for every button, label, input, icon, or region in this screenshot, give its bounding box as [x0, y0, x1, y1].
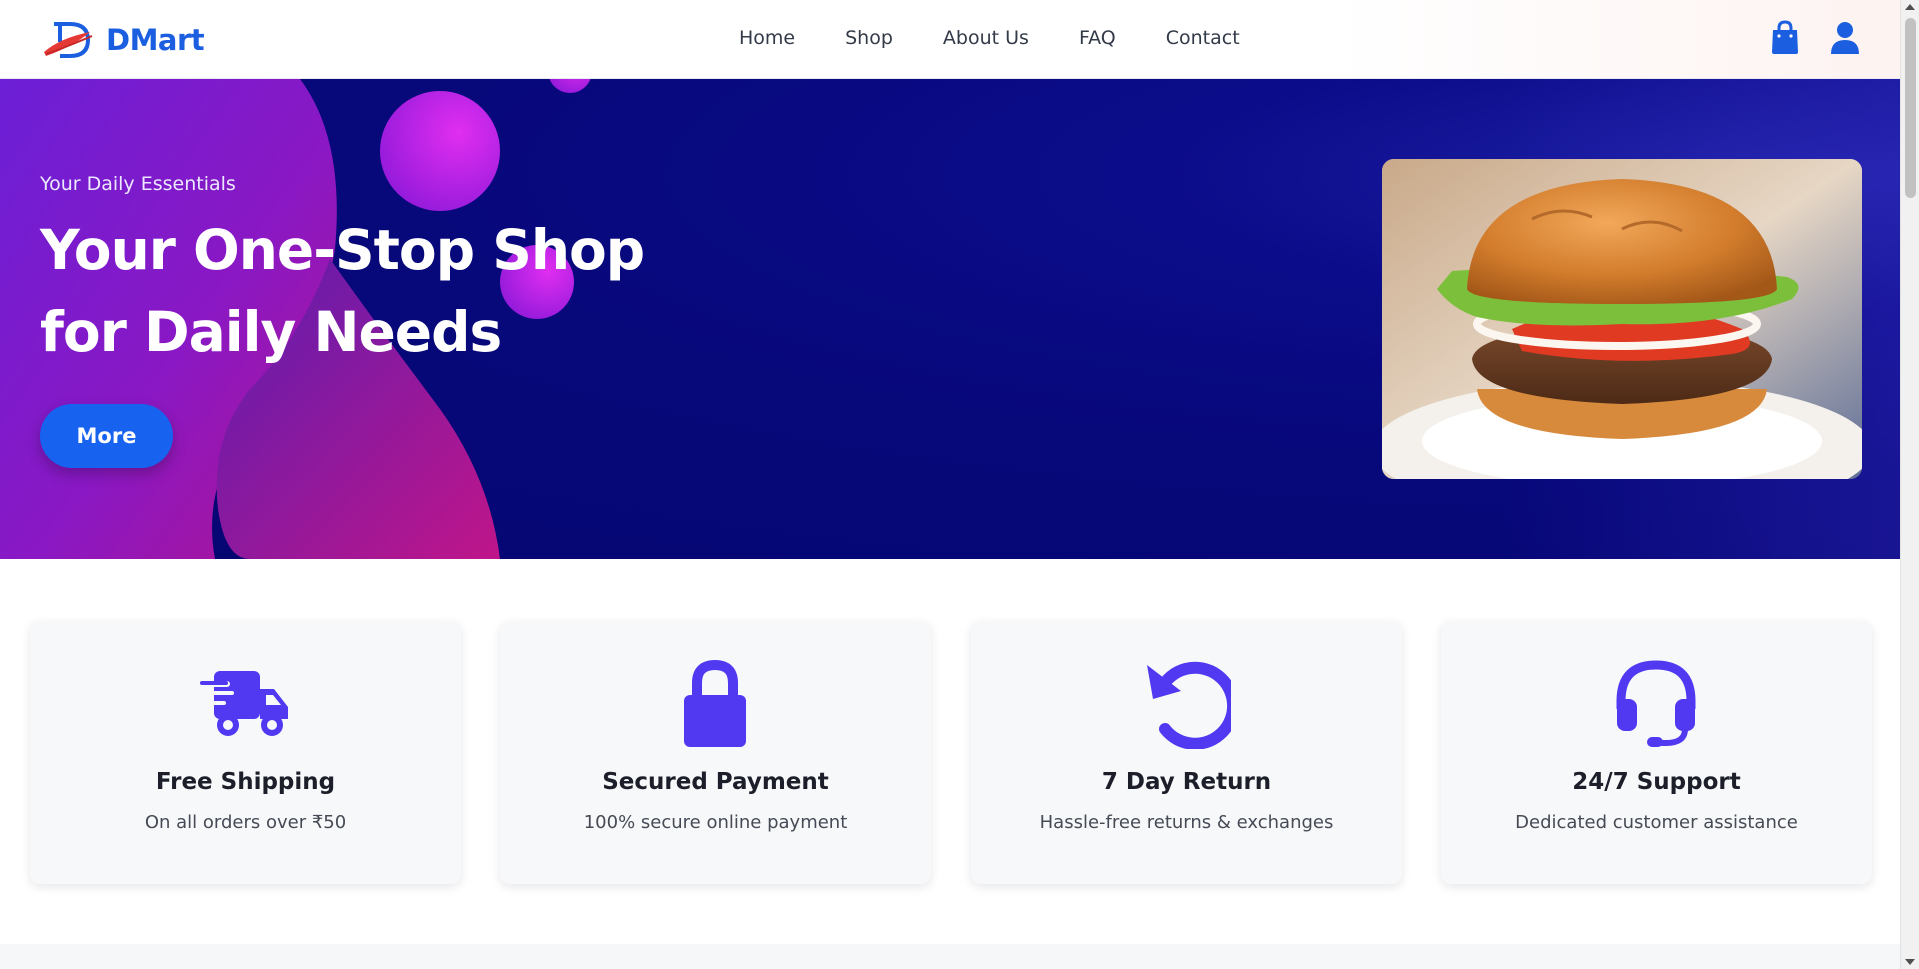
feature-description: On all orders over ₹50: [144, 812, 347, 833]
feature-card-24-7-support: 24/7 Support Dedicated customer assistan…: [1441, 621, 1872, 884]
scroll-down-arrow-icon[interactable]: [1905, 959, 1915, 965]
features-section: Free Shipping On all orders over ₹50 Sec…: [0, 559, 1900, 944]
feature-card-secured-payment: Secured Payment 100% secure online payme…: [500, 621, 931, 884]
hero-banner: Your Daily Essentials Your One-Stop Shop…: [0, 79, 1900, 559]
user-icon[interactable]: [1830, 20, 1860, 56]
brand-name: DMart: [106, 23, 205, 57]
hero-title: Your One-Stop Shop for Daily Needs: [40, 218, 645, 364]
navbar: DMart Home Shop About Us FAQ Contact: [0, 0, 1900, 79]
main-nav: Home Shop About Us FAQ Contact: [739, 27, 1290, 49]
truck-icon: [200, 671, 288, 736]
scroll-thumb[interactable]: [1905, 18, 1916, 198]
more-button[interactable]: More: [40, 404, 173, 468]
brand-link[interactable]: DMart: [40, 18, 205, 62]
nav-shop[interactable]: Shop: [845, 27, 893, 49]
feature-title: Free Shipping: [155, 769, 336, 795]
undo-icon: [1147, 661, 1231, 749]
headset-icon: [1616, 660, 1696, 747]
feature-title: 7 Day Return: [1101, 769, 1272, 795]
burger-illustration: [1382, 159, 1862, 479]
feature-title: 24/7 Support: [1572, 769, 1741, 795]
lock-icon: [684, 659, 746, 747]
feature-description: Hassle-free returns & exchanges: [1039, 812, 1334, 833]
feature-title: Secured Payment: [602, 769, 829, 795]
feature-card-7-day-return: 7 Day Return Hassle-free returns & excha…: [971, 621, 1402, 884]
page-scrollbar[interactable]: [1900, 0, 1919, 969]
nav-home[interactable]: Home: [739, 27, 795, 49]
feature-description: 100% secure online payment: [583, 812, 848, 833]
next-section-edge: [0, 944, 1900, 969]
feature-description: Dedicated customer assistance: [1515, 812, 1798, 833]
scroll-up-arrow-icon[interactable]: [1905, 4, 1915, 10]
hero-subtitle: Your Daily Essentials: [40, 173, 236, 195]
feature-card-free-shipping: Free Shipping On all orders over ₹50: [30, 621, 461, 884]
burger-image: [1382, 159, 1862, 479]
dmart-logo-icon: [44, 22, 93, 58]
nav-contact[interactable]: Contact: [1166, 27, 1240, 49]
nav-icons: [1770, 20, 1860, 56]
nav-about-us[interactable]: About Us: [943, 27, 1029, 49]
shopping-bag-icon[interactable]: [1770, 20, 1800, 56]
nav-faq[interactable]: FAQ: [1079, 27, 1116, 49]
